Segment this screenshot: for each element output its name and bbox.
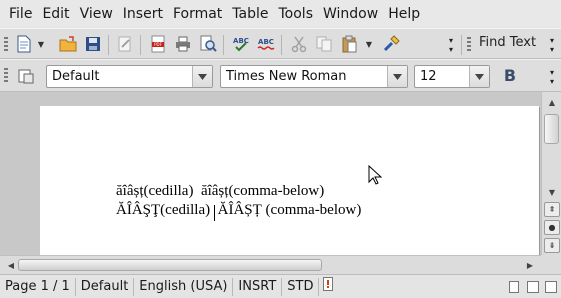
save-icon[interactable] (83, 34, 103, 54)
text-cursor (214, 205, 215, 221)
find-toolbar-overflow-icon[interactable]: ▾ ▾ (545, 33, 559, 57)
next-page-icon[interactable]: ⇟ (544, 238, 560, 253)
insert-mode[interactable]: INSRT (233, 277, 283, 296)
multi-page-view-icon[interactable] (527, 281, 539, 293)
selection-mode[interactable]: STD (282, 277, 320, 296)
bold-button[interactable]: B (500, 66, 520, 86)
mouse-pointer-icon (368, 165, 382, 185)
print-icon[interactable] (173, 34, 193, 54)
font-size-value: 12 (420, 69, 437, 84)
menu-insert[interactable]: Insert (118, 0, 168, 28)
page-style[interactable]: Default (76, 277, 135, 296)
menu-table[interactable]: Table (227, 0, 273, 28)
standard-toolbar: ▼ PDF ABC ABC ▼ ▾ ▾ Find Text ▾ ▾ (0, 28, 561, 59)
document-line-1[interactable]: ăîâșț(cedilla) ăîâșț(comma-below) (116, 183, 324, 200)
single-page-view-icon[interactable] (509, 281, 519, 293)
toolbar-separator (223, 35, 224, 55)
document-workspace: ăîâșț(cedilla) ăîâșț(comma-below) ĂÎÂŞŢ(… (0, 92, 541, 255)
clone-formatting-icon[interactable] (381, 34, 401, 54)
new-document-icon[interactable] (14, 34, 34, 54)
chevron-down-icon[interactable] (192, 66, 212, 87)
export-pdf-icon[interactable]: PDF (148, 34, 168, 54)
horizontal-scroll-thumb[interactable] (18, 259, 322, 271)
previous-page-icon[interactable]: ⇞ (544, 202, 560, 217)
menu-tools[interactable]: Tools (274, 0, 319, 28)
autospellcheck-icon[interactable]: ABC (256, 34, 276, 54)
scroll-right-arrow-icon[interactable]: ▶ (522, 258, 538, 272)
open-folder-icon[interactable] (58, 34, 78, 54)
menu-file[interactable]: File (4, 0, 37, 28)
formatting-toolbar: Default Times New Roman 12 B ▾ ▾ (0, 59, 561, 92)
chevron-down-icon[interactable] (469, 66, 489, 87)
spellcheck-icon[interactable]: ABC (231, 34, 251, 54)
vertical-scroll-thumb[interactable] (544, 114, 559, 144)
paste-dropdown-arrow-icon[interactable]: ▼ (364, 38, 374, 50)
svg-text:ABC: ABC (258, 38, 274, 46)
paragraph-style-combo[interactable]: Default (46, 65, 213, 88)
language[interactable]: English (USA) (134, 277, 234, 296)
document-line-2[interactable]: ĂÎÂŞŢ(cedilla) ĂÎÂȘȚ (comma-below) (116, 202, 361, 219)
find-text-label[interactable]: Find Text (479, 35, 536, 50)
scroll-down-arrow-icon[interactable]: ▼ (544, 185, 560, 199)
toolbar-overflow-icon[interactable]: ▾ ▾ (545, 65, 559, 89)
chevron-down-icon[interactable] (387, 66, 407, 87)
toolbar-overflow-icon[interactable]: ▾ ▾ (444, 33, 458, 57)
print-preview-icon[interactable] (198, 34, 218, 54)
copy-icon[interactable] (314, 34, 334, 54)
menu-format[interactable]: Format (168, 0, 227, 28)
document-modified-icon[interactable] (319, 276, 337, 297)
horizontal-scrollbar[interactable]: ◀ ▶ (0, 255, 541, 274)
toolbar-separator (281, 35, 282, 55)
scroll-left-arrow-icon[interactable]: ◀ (3, 258, 19, 272)
menu-window[interactable]: Window (318, 0, 383, 28)
menu-view[interactable]: View (75, 0, 118, 28)
toolbar-separator (461, 35, 462, 55)
styles-icon[interactable] (16, 66, 36, 86)
vertical-scrollbar[interactable]: ▲ ▼ ⇞ ● ⇟ (541, 92, 561, 255)
font-size-combo[interactable]: 12 (414, 65, 490, 88)
book-view-icon[interactable] (545, 281, 557, 293)
cut-icon[interactable] (289, 34, 309, 54)
menu-edit[interactable]: Edit (37, 0, 74, 28)
toolbar-separator (108, 35, 109, 55)
scrollbar-corner (541, 255, 561, 274)
paste-icon[interactable] (339, 34, 359, 54)
document-page[interactable]: ăîâșț(cedilla) ăîâșț(comma-below) ĂÎÂŞŢ(… (40, 106, 539, 255)
page-count[interactable]: Page 1 / 1 (0, 277, 76, 296)
toolbar-grip[interactable] (4, 68, 8, 84)
toolbar-separator (140, 35, 141, 55)
new-dropdown-arrow-icon[interactable]: ▼ (36, 38, 46, 50)
navigator-icon[interactable]: ● (544, 220, 560, 235)
status-bar: Page 1 / 1 Default English (USA) INSRT S… (0, 274, 561, 298)
paragraph-style-value: Default (52, 69, 100, 84)
scroll-up-arrow-icon[interactable]: ▲ (544, 95, 560, 109)
font-name-combo[interactable]: Times New Roman (220, 65, 408, 88)
menu-bar: File Edit View Insert Format Table Tools… (0, 0, 561, 28)
toolbar-grip[interactable] (4, 37, 8, 53)
find-toolbar-grip[interactable] (467, 37, 471, 53)
svg-text:PDF: PDF (154, 42, 162, 47)
font-name-value: Times New Roman (226, 69, 347, 84)
menu-help[interactable]: Help (383, 0, 425, 28)
edit-file-icon[interactable] (115, 34, 135, 54)
